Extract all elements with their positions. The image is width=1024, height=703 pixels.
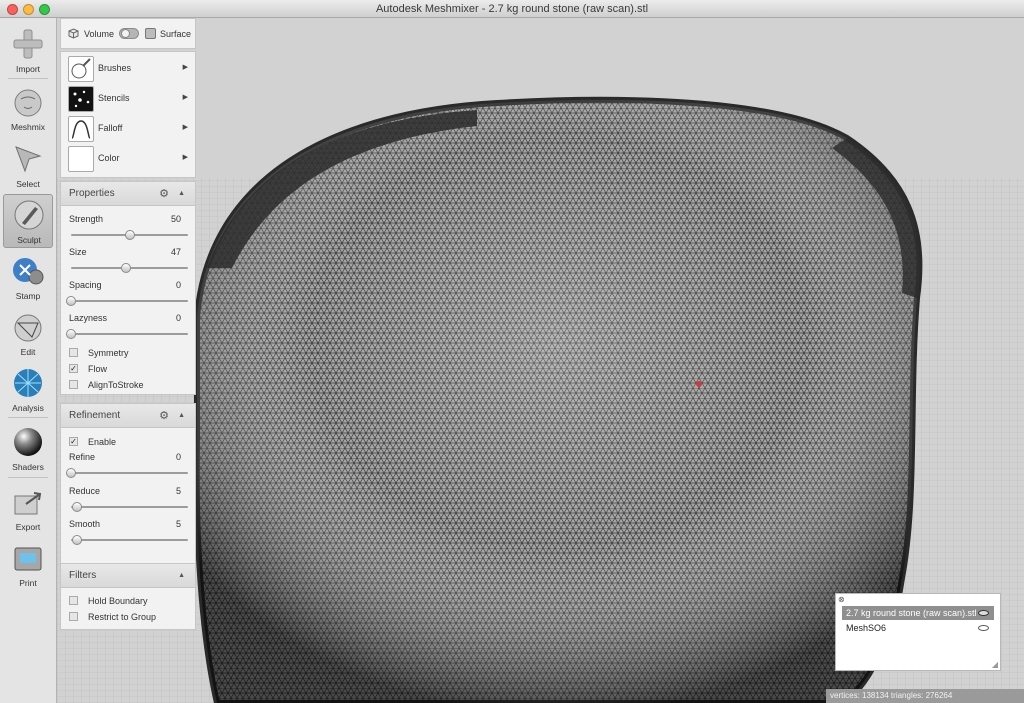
shaders-button[interactable]: Shaders: [3, 422, 53, 476]
object-browser: ⊗ 2.7 kg round stone (raw scan).stl Mesh…: [835, 593, 1001, 671]
slider-knob[interactable]: [71, 535, 82, 545]
slider-knob[interactable]: [120, 263, 131, 273]
properties-panel: Properties ⚙ ▲ Strength 50 Size 47 Spaci…: [60, 181, 196, 395]
stamp-button[interactable]: Stamp: [3, 251, 53, 305]
arrow-cursor-icon: [15, 146, 42, 173]
import-button[interactable]: Import: [3, 24, 53, 78]
stencil-thumb-icon: [68, 86, 94, 112]
checkbox[interactable]: [69, 596, 78, 605]
chevron-right-icon: ▶: [182, 124, 188, 131]
brush-thumb-icon: [68, 56, 94, 82]
export-button[interactable]: Export: [3, 482, 53, 536]
minimize-window-button[interactable]: [23, 4, 34, 15]
analysis-sphere-icon: [14, 369, 42, 397]
volume-surface-toggle[interactable]: [119, 28, 139, 39]
close-window-button[interactable]: [7, 4, 18, 15]
checkbox[interactable]: ✓: [69, 364, 78, 373]
zoom-window-button[interactable]: [39, 4, 50, 15]
printer-icon: [14, 547, 42, 571]
collapse-icon[interactable]: ▲: [178, 564, 185, 588]
title-bar: Autodesk Meshmixer - 2.7 kg round stone …: [0, 0, 1024, 18]
color-row[interactable]: Color ▶: [66, 145, 192, 174]
tool-panel: Volume Surface Brushes ▶ Stencils ▶ Fall…: [60, 18, 196, 630]
toolbar-divider: [8, 417, 48, 418]
gear-icon[interactable]: ⚙: [159, 182, 169, 206]
filters-header[interactable]: Filters ▲: [61, 564, 195, 588]
object-item[interactable]: 2.7 kg round stone (raw scan).stl: [842, 606, 994, 620]
collapse-icon[interactable]: ▲: [178, 404, 185, 428]
checkbox[interactable]: [69, 380, 78, 389]
eye-icon[interactable]: [978, 610, 989, 616]
stencils-row[interactable]: Stencils ▶: [66, 85, 192, 114]
toggle-knob: [121, 29, 130, 38]
meshmix-button[interactable]: Meshmix: [3, 82, 53, 136]
edit-sphere-icon: [14, 314, 42, 342]
refinement-panel: Refinement ⚙ ▲ ✓ Enable Refine 0 Reduce …: [60, 403, 196, 569]
analysis-button[interactable]: Analysis: [3, 363, 53, 417]
brush-cursor-marker: [696, 381, 702, 387]
export-icon: [14, 492, 42, 515]
edit-button[interactable]: Edit: [3, 307, 53, 361]
select-button[interactable]: Select: [3, 139, 53, 193]
mesh-stats-bar: vertices: 138134 triangles: 276264: [826, 689, 1024, 703]
slider-knob[interactable]: [66, 329, 76, 339]
falloff-curve-icon: [68, 116, 94, 142]
mesh-shading: [196, 99, 920, 703]
checkbox[interactable]: [69, 348, 78, 357]
falloff-row[interactable]: Falloff ▶: [66, 115, 192, 144]
checkbox[interactable]: ✓: [69, 437, 78, 446]
refinement-header[interactable]: Refinement ⚙ ▲: [61, 404, 195, 428]
stamp-icon: [13, 258, 44, 285]
plus-icon: [13, 29, 43, 59]
slider-knob[interactable]: [66, 296, 76, 306]
slider-knob[interactable]: [71, 502, 82, 512]
brushes-row[interactable]: Brushes ▶: [66, 55, 192, 84]
checkbox[interactable]: [69, 612, 78, 621]
sculpt-button[interactable]: Sculpt: [3, 194, 53, 248]
slider-knob[interactable]: [124, 230, 135, 240]
eye-icon[interactable]: [978, 625, 989, 631]
chevron-right-icon: ▶: [182, 94, 188, 101]
color-swatch: [68, 146, 94, 172]
chevron-right-icon: ▶: [182, 64, 188, 71]
filters-panel: Filters ▲ Hold Boundary Restrict to Grou…: [60, 563, 196, 630]
window-title: Autodesk Meshmixer - 2.7 kg round stone …: [375, 3, 649, 15]
surface-icon: [145, 28, 156, 39]
cube-icon: [68, 28, 79, 39]
brush-icon: [14, 200, 44, 230]
mode-toggle-bar: Volume Surface: [60, 18, 196, 49]
shader-sphere-icon: [14, 428, 42, 456]
gear-icon[interactable]: ⚙: [159, 404, 169, 428]
resize-handle-icon[interactable]: ◢: [992, 660, 998, 669]
toolbar-divider: [8, 477, 48, 478]
properties-header[interactable]: Properties ⚙ ▲: [61, 182, 195, 206]
collapse-icon[interactable]: ▲: [178, 182, 185, 206]
print-button[interactable]: Print: [3, 538, 53, 592]
object-item[interactable]: MeshSO6: [842, 621, 994, 635]
volume-label: Volume: [84, 29, 115, 39]
close-icon[interactable]: ⊗: [838, 595, 845, 604]
chevron-right-icon: ▶: [182, 154, 188, 161]
bunny-head-icon: [14, 89, 42, 117]
toolbar-divider: [8, 78, 48, 79]
surface-label: Surface: [160, 29, 192, 39]
slider-knob[interactable]: [66, 468, 76, 478]
main-toolbar: Import Meshmix Select Sculpt Stamp Edit …: [0, 18, 57, 703]
brush-menu: Brushes ▶ Stencils ▶ Falloff ▶ Color ▶: [60, 51, 196, 178]
